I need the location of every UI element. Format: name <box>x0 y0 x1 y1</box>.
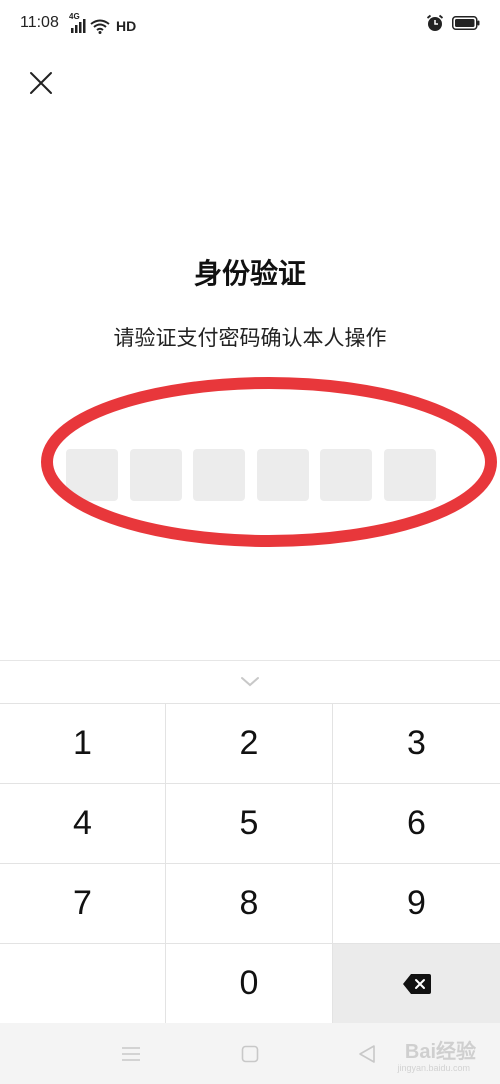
watermark-url: jingyan.baidu.com <box>397 1063 470 1073</box>
numeric-keypad: 1 2 3 4 5 6 7 8 9 0 <box>0 703 500 1024</box>
back-icon <box>359 1045 375 1063</box>
chevron-down-icon <box>241 677 259 687</box>
battery-icon <box>452 16 480 30</box>
page-subtitle: 请验证支付密码确认本人操作 <box>113 326 387 350</box>
key-5[interactable]: 5 <box>166 784 333 864</box>
wifi-icon <box>90 19 110 34</box>
keyboard-divider <box>0 660 500 661</box>
system-nav-bar: Bai经验 jingyan.baidu.com <box>0 1023 500 1084</box>
key-0[interactable]: 0 <box>166 944 333 1024</box>
page-title: 身份验证 <box>193 257 306 290</box>
menu-button[interactable] <box>116 1039 146 1069</box>
key-8[interactable]: 8 <box>166 864 333 944</box>
key-3[interactable]: 3 <box>333 704 500 784</box>
menu-icon <box>122 1047 140 1061</box>
key-1[interactable]: 1 <box>0 704 166 784</box>
pin-box[interactable] <box>383 449 436 501</box>
pin-box[interactable] <box>256 449 309 501</box>
home-icon <box>241 1045 259 1063</box>
home-button[interactable] <box>235 1039 265 1069</box>
status-bar: 11:08 4G HD <box>0 0 500 48</box>
pin-input[interactable] <box>66 449 436 501</box>
key-7[interactable]: 7 <box>0 864 166 944</box>
signal-icon <box>71 19 86 33</box>
key-2[interactable]: 2 <box>166 704 333 784</box>
key-9[interactable]: 9 <box>333 864 500 944</box>
keyboard-collapse-button[interactable] <box>230 664 270 700</box>
key-6[interactable]: 6 <box>333 784 500 864</box>
status-time: 11:08 <box>20 14 59 31</box>
hd-label: HD <box>116 18 137 34</box>
close-button[interactable] <box>22 64 60 102</box>
key-empty <box>0 944 166 1024</box>
watermark-logo: Bai经验 <box>404 1041 476 1063</box>
back-button[interactable] <box>352 1039 382 1069</box>
pin-box[interactable] <box>129 449 182 501</box>
close-icon <box>30 72 52 94</box>
backspace-icon <box>402 973 431 994</box>
pin-box[interactable] <box>66 449 118 501</box>
key-4[interactable]: 4 <box>0 784 166 864</box>
alarm-icon <box>426 14 444 31</box>
delete-key[interactable] <box>333 944 500 1024</box>
pin-box[interactable] <box>193 449 246 501</box>
pin-box[interactable] <box>320 449 373 501</box>
